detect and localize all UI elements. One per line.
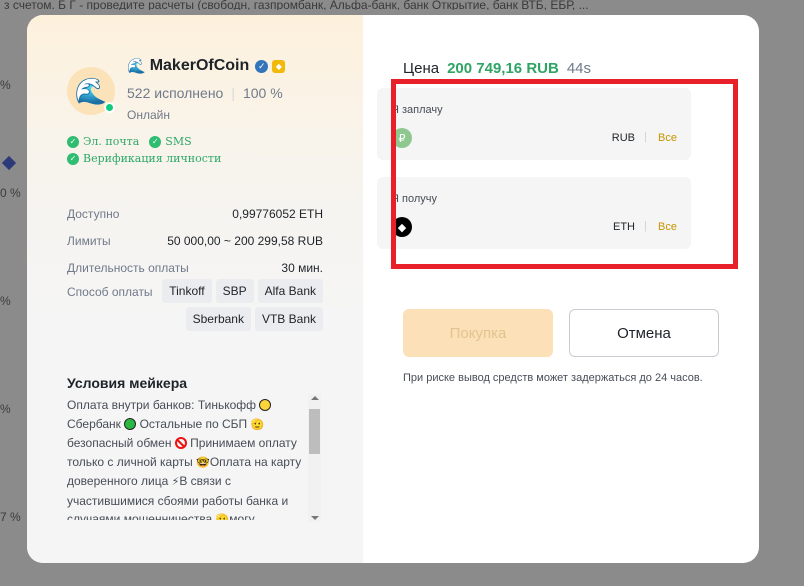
verification-identity: ✓ Верификация личности (67, 152, 221, 165)
cancel-button[interactable]: Отмена (569, 309, 719, 357)
ethereum-icon: ◆ (392, 217, 412, 237)
yellow-circle-icon (259, 399, 272, 411)
payment-tag: VTB Bank (254, 307, 323, 331)
backdrop-diamond-icon (1, 155, 17, 171)
receive-field[interactable]: Я получу ◆ ETH | Все (377, 177, 691, 249)
terms-text[interactable]: Оплата внутри банков: Тинькофф Сбербанк … (67, 396, 307, 520)
divider: | (231, 85, 235, 101)
scroll-up-icon[interactable] (311, 396, 319, 400)
backdrop-percent: % (0, 402, 11, 416)
emoji-icon: 🫡 (250, 418, 265, 431)
emoji-icon: 🫡 (215, 514, 230, 520)
check-icon: ✓ (67, 152, 79, 165)
maker-name-row: 🌊 MakerOfCoin ✓ ◆ (127, 57, 286, 75)
pay-currency: RUB (611, 132, 635, 144)
limits-row: Лимиты 50 000,00 ~ 200 299,58 RUB (67, 234, 323, 248)
check-icon: ✓ (67, 135, 79, 148)
online-status: Онлайн (127, 108, 170, 122)
verifications: ✓ Эл. почта ✓ SMS ✓ Верификация личности (67, 135, 221, 169)
terms-title: Условия мейкера (67, 375, 188, 391)
green-circle-icon (124, 417, 137, 430)
countdown-timer: 44s (566, 60, 592, 77)
payment-methods: Tinkoff SBP Alfa Bank Sberbank VTB Bank (133, 279, 323, 331)
verification-sms: ✓ SMS (149, 135, 192, 148)
offer-details: Доступно 0,99776052 ETH Лимиты 50 000,00 ~… (67, 207, 323, 288)
divider: | (644, 220, 647, 232)
wave-icon: 🌊 (74, 75, 108, 106)
terms-scrollbar[interactable] (308, 394, 321, 522)
merchant-badge-icon: ◆ (272, 59, 286, 73)
receive-label: Я получу (391, 193, 437, 205)
backdrop-top-text: з счетом. Б Г - проведите расчеты (свобо… (4, 0, 589, 10)
duration-row: Длительность оплаты 30 мин. (67, 261, 323, 275)
backdrop-percent: 0 % (0, 186, 21, 200)
backdrop-percent: 7 % (0, 510, 21, 524)
maker-stats: 522 исполнено | 100 % (127, 85, 283, 101)
available-row: Доступно 0,99776052 ETH (67, 207, 323, 221)
pay-label: Я заплачу (391, 104, 443, 116)
price-label: Цена (403, 60, 440, 77)
payment-tag: Sberbank (185, 307, 251, 331)
verification-email: ✓ Эл. почта (67, 135, 139, 148)
backdrop-percent: % (0, 294, 11, 308)
maker-name[interactable]: MakerOfCoin (150, 57, 250, 75)
ruble-icon: ₽ (392, 128, 412, 148)
orders-completed: 522 исполнено (127, 85, 224, 101)
check-icon: ✓ (149, 135, 162, 148)
pay-field[interactable]: Я заплачу ₽ RUB | Все (377, 88, 691, 160)
backdrop-percent: % (0, 78, 11, 92)
prohibited-icon (174, 437, 187, 449)
pay-all-button[interactable]: Все (658, 132, 677, 144)
price-value: 200 749,16 RUB (447, 60, 559, 77)
payment-tag: Tinkoff (162, 279, 212, 303)
receive-currency: ETH (613, 221, 635, 233)
wave-icon: 🌊 (127, 58, 146, 75)
risk-note: При риске вывод средств может задержатьс… (403, 372, 703, 384)
divider: | (644, 131, 647, 143)
maker-panel: 🌊 🌊 MakerOfCoin ✓ ◆ 522 исполнено | 100 … (27, 15, 363, 563)
scroll-down-icon[interactable] (311, 516, 319, 520)
online-indicator (104, 102, 115, 113)
buy-button[interactable]: Покупка (403, 309, 553, 357)
payment-tag: Alfa Bank (257, 279, 323, 303)
payment-tag: SBP (215, 279, 254, 303)
scrollbar-thumb[interactable] (309, 409, 320, 454)
price-row: Цена 200 749,16 RUB 44s (403, 60, 591, 77)
receive-all-button[interactable]: Все (658, 221, 677, 233)
face-icon: 🤓 (196, 456, 210, 469)
verified-badge-icon: ✓ (255, 59, 269, 73)
completion-rate: 100 % (242, 85, 283, 101)
